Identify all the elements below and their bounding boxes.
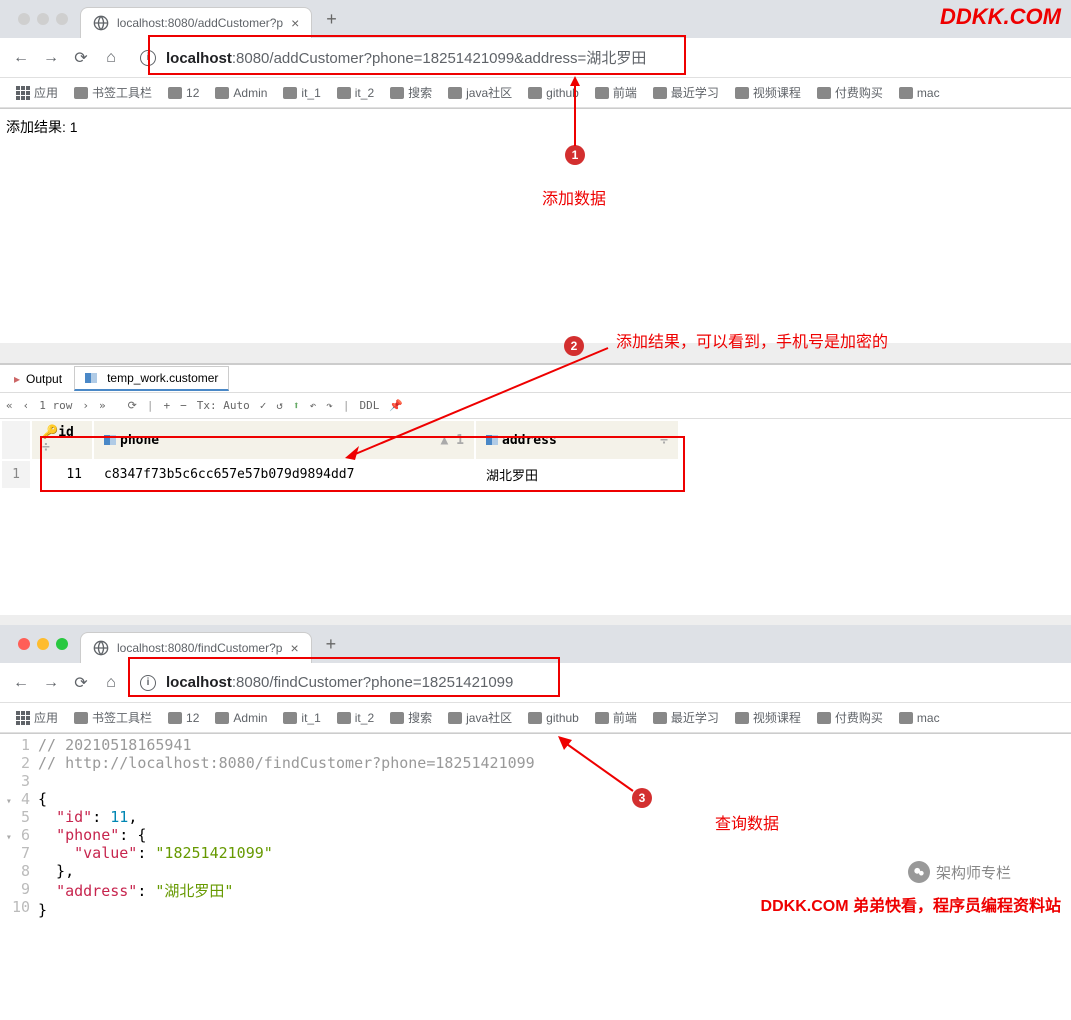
home-icon[interactable]: ⌂ (100, 49, 122, 67)
site-info-icon[interactable]: i (140, 675, 156, 691)
bookmark-folder[interactable]: mac (893, 86, 946, 100)
apps-button[interactable]: 应用 (10, 84, 64, 101)
bookmark-folder[interactable]: java社区 (442, 84, 518, 101)
arrow-1 (565, 76, 585, 146)
col-id[interactable]: 🔑id ÷ (32, 421, 92, 459)
wechat-icon (908, 861, 930, 883)
min-dot[interactable] (37, 638, 49, 650)
table-row[interactable]: 1 11 c8347f73b5c6cc657e57b079d9894dd7 湖北… (2, 461, 678, 488)
wechat-credit: 架构师专栏 (908, 861, 1011, 883)
url-bar[interactable]: i localhost:8080/addCustomer?phone=18251… (130, 43, 1061, 72)
cell-address[interactable]: 湖北罗田 (476, 461, 678, 488)
row-count: 1 row (39, 399, 72, 412)
max-dot[interactable] (56, 638, 68, 650)
cell-id[interactable]: 11 (32, 461, 92, 488)
reload-icon[interactable]: ⟳ (70, 48, 92, 68)
browser-tab[interactable]: localhost:8080/addCustomer?p × (80, 7, 312, 38)
add-row[interactable]: + (163, 399, 170, 412)
table-icon (85, 373, 97, 383)
cell-phone[interactable]: c8347f73b5c6cc657e57b079d9894dd7 (94, 461, 474, 488)
forward-icon[interactable]: → (40, 49, 62, 67)
close-icon[interactable]: × (290, 640, 298, 656)
annotation-text-3: 查询数据 (715, 810, 779, 834)
commit-icon[interactable]: ⬆ (293, 399, 300, 412)
annotation-badge-1: 1 (565, 145, 585, 165)
tab-title: localhost:8080/addCustomer?p (117, 16, 283, 30)
del-row[interactable]: − (180, 399, 187, 412)
ide-tab-table[interactable]: temp_work.customer (74, 366, 229, 391)
apps-button[interactable]: 应用 (10, 709, 64, 726)
bookmark-folder[interactable]: 书签工具栏 (68, 84, 158, 101)
new-tab-button[interactable]: + (316, 634, 347, 655)
browser-2-chrome: localhost:8080/findCustomer?p × + ← → ⟳ … (0, 625, 1071, 734)
bookmark-folder[interactable]: 前端 (589, 84, 643, 101)
watermark-top: DDKK.COM (940, 4, 1061, 30)
bookmark-folder[interactable]: 最近学习 (647, 84, 725, 101)
bookmark-folder[interactable]: 视频课程 (729, 84, 807, 101)
globe-icon (93, 15, 109, 31)
line-gutter: 123▾ 45▾ 678910 (0, 734, 38, 921)
home-icon[interactable]: ⌂ (100, 674, 122, 692)
annotation-badge-3: 3 (632, 788, 652, 808)
bookmark-folder[interactable]: 付费购买 (811, 84, 889, 101)
bookmark-folder[interactable]: Admin (209, 86, 273, 100)
folder-icon (74, 87, 88, 99)
refresh-icon[interactable]: ⟳ (128, 399, 137, 412)
url-path: :8080/addCustomer?phone=18251421099&addr… (232, 50, 646, 67)
bookmark-folder[interactable]: 搜索 (384, 84, 438, 101)
annotation-text-1: 添加数据 (542, 185, 606, 209)
max-dot[interactable] (56, 13, 68, 25)
result-text: 添加结果: 1 (6, 119, 78, 135)
forward-icon[interactable]: → (40, 674, 62, 692)
min-dot[interactable] (37, 13, 49, 25)
tab-title: localhost:8080/findCustomer?p (117, 641, 282, 655)
close-dot[interactable] (18, 638, 30, 650)
reload-icon[interactable]: ⟳ (70, 673, 92, 693)
arrow-2 (345, 340, 615, 460)
site-info-icon[interactable]: i (140, 50, 156, 66)
watermark-bottom: DDKK.COM 弟弟快看，程序员编程资料站 (761, 892, 1061, 916)
browser-1-chrome: localhost:8080/addCustomer?p × + ← → ⟳ ⌂… (0, 0, 1071, 109)
annotation-text-2: 添加结果，可以看到，手机号是加密的 (616, 328, 888, 352)
arrow-3 (558, 736, 638, 796)
nav-first[interactable]: « (6, 399, 13, 412)
nav-next[interactable]: › (82, 399, 89, 412)
bookmarks-bar: 应用 书签工具栏 12 Admin it_1 it_2 搜索 java社区 gi… (0, 78, 1071, 108)
close-icon[interactable]: × (291, 15, 299, 31)
back-icon[interactable]: ← (10, 674, 32, 692)
bookmark-folder[interactable]: 12 (162, 86, 205, 100)
bookmark-folder[interactable]: it_1 (277, 86, 326, 100)
page-content-1: 添加结果: 1 (0, 109, 1071, 145)
nav-last[interactable]: » (99, 399, 106, 412)
browser-tab[interactable]: localhost:8080/findCustomer?p × (80, 632, 312, 663)
bookmark-folder[interactable]: it_2 (331, 86, 380, 100)
url-host: localhost (166, 50, 232, 67)
url-bar[interactable]: i localhost:8080/findCustomer?phone=1825… (130, 670, 1061, 695)
back-icon[interactable]: ← (10, 49, 32, 67)
close-dot[interactable] (18, 13, 30, 25)
window-controls (10, 0, 76, 38)
tx-mode[interactable]: Tx: Auto (197, 399, 250, 412)
nav-prev[interactable]: ‹ (23, 399, 30, 412)
new-tab-button[interactable]: + (316, 9, 347, 30)
globe-icon (93, 640, 109, 656)
ide-tab-output[interactable]: ▸Output (4, 368, 72, 390)
